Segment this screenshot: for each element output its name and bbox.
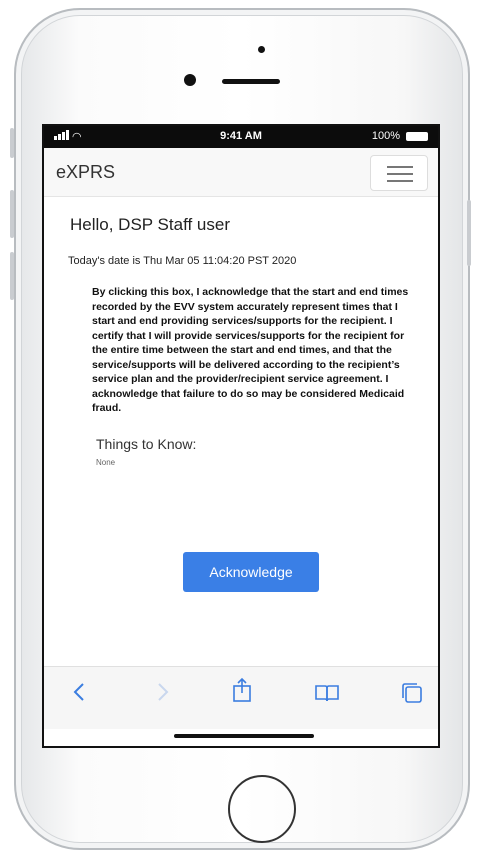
acknowledge-button[interactable]: Acknowledge bbox=[183, 552, 319, 592]
power-button bbox=[467, 200, 471, 266]
front-camera bbox=[184, 74, 196, 86]
brand-logo[interactable]: eXPRS bbox=[56, 162, 115, 183]
battery-icon bbox=[406, 132, 428, 141]
phone-screen: ◠ 9:41 AM 100% eXPRS Hello, DSP Staff us… bbox=[42, 124, 440, 748]
browser-toolbar bbox=[44, 666, 438, 729]
acknowledgement-text: By clicking this box, I acknowledge that… bbox=[92, 286, 409, 414]
things-to-know-title: Things to Know: bbox=[96, 435, 197, 452]
battery-percent: 100% bbox=[371, 130, 400, 142]
status-bar: ◠ 9:41 AM 100% bbox=[44, 126, 438, 148]
tabs-icon[interactable] bbox=[400, 681, 424, 711]
menu-toggle-button[interactable] bbox=[370, 155, 428, 191]
volume-down-button bbox=[10, 252, 14, 300]
volume-up-button bbox=[10, 190, 14, 238]
things-to-know-body: None bbox=[96, 457, 116, 467]
page-title: Hello, DSP Staff user bbox=[70, 215, 231, 234]
back-icon[interactable] bbox=[72, 681, 86, 709]
navbar: eXPRS bbox=[44, 148, 438, 197]
share-icon[interactable] bbox=[232, 677, 252, 709]
forward-icon[interactable] bbox=[156, 681, 170, 709]
home-indicator bbox=[174, 734, 314, 738]
earpiece-speaker bbox=[222, 79, 280, 84]
main-content: Hello, DSP Staff user Today's date is Th… bbox=[44, 215, 438, 467]
home-button[interactable] bbox=[228, 775, 296, 843]
bookmarks-icon[interactable] bbox=[314, 683, 340, 709]
hamburger-icon bbox=[387, 166, 413, 168]
date-line: Today's date is Thu Mar 05 11:04:20 PST … bbox=[68, 255, 297, 267]
sensor-dot bbox=[258, 46, 265, 53]
mute-switch bbox=[10, 128, 14, 158]
